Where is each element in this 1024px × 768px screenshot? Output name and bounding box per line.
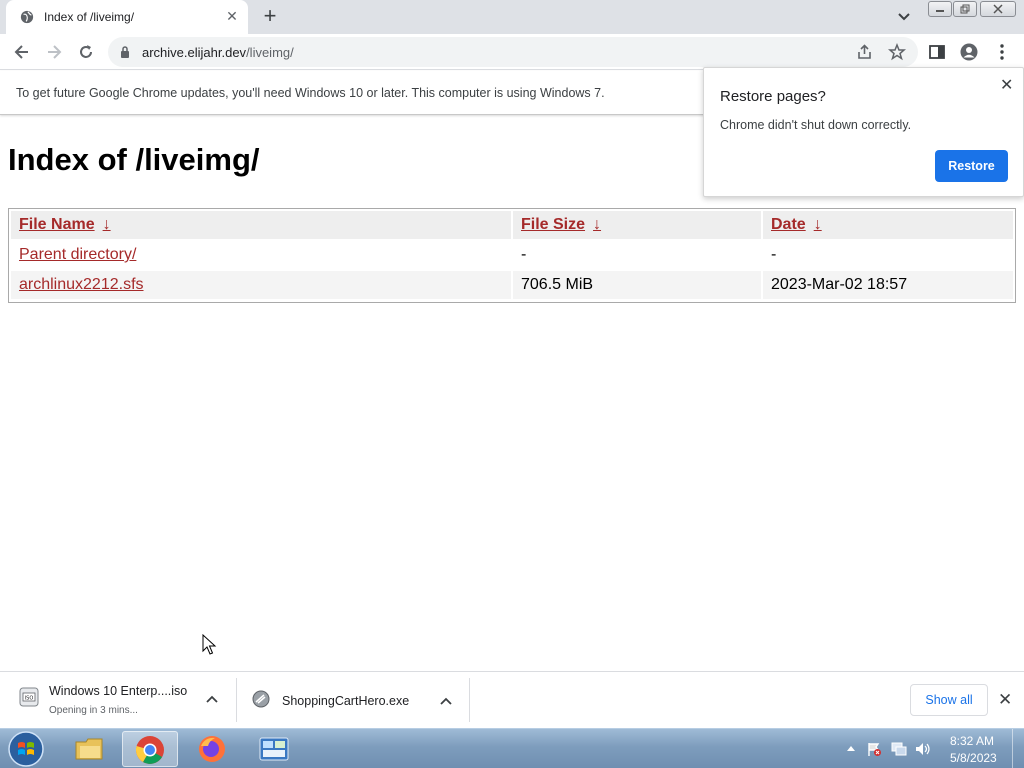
download-item[interactable]: ShoppingCartHero.exe xyxy=(244,676,466,724)
table-header-row: File Name ↓ File Size ↓ Date ↓ xyxy=(11,211,1013,239)
download-separator xyxy=(469,678,470,722)
taskbar-chrome[interactable] xyxy=(122,731,178,767)
tab-strip: Index of /liveimg/ ✕ + xyxy=(0,0,1024,34)
close-shelf-icon[interactable]: ✕ xyxy=(998,690,1012,710)
page-title: Index of /liveimg/ xyxy=(8,142,260,177)
close-icon[interactable]: ✕ xyxy=(1000,75,1013,95)
column-header-size[interactable]: File Size ↓ xyxy=(513,211,761,239)
url-path: /liveimg/ xyxy=(246,45,294,60)
exe-file-icon xyxy=(252,690,270,708)
iso-file-icon: ISO xyxy=(19,687,39,707)
taskbar-control-panel[interactable] xyxy=(246,731,302,767)
download-separator xyxy=(236,678,237,722)
sort-arrow-icon: ↓ xyxy=(813,216,822,233)
restore-pages-popup: Restore pages? Chrome didn't shut down c… xyxy=(703,67,1024,197)
restore-popup-message: Chrome didn't shut down correctly. xyxy=(720,118,912,132)
download-shelf: ISO Windows 10 Enterp....iso Opening in … xyxy=(0,671,1024,728)
clock-time[interactable]: 8:32 AM xyxy=(950,734,994,748)
chevron-up-icon[interactable] xyxy=(440,696,452,706)
start-orb-icon[interactable] xyxy=(6,730,46,768)
restore-button[interactable]: Restore xyxy=(935,150,1008,182)
toolbar: archive.elijahr.dev/liveimg/ xyxy=(0,34,1024,70)
bookmark-star-icon[interactable] xyxy=(888,43,906,61)
menu-kebab-icon[interactable] xyxy=(993,43,1011,61)
windows-taskbar: 8:32 AM 5/8/2023 xyxy=(0,728,1024,768)
download-status: Opening in 3 mins... xyxy=(49,705,138,716)
action-center-flag-icon[interactable] xyxy=(866,741,882,757)
share-icon[interactable] xyxy=(856,43,874,61)
file-link[interactable]: archlinux2212.sfs xyxy=(19,276,144,293)
clock-date[interactable]: 5/8/2023 xyxy=(950,751,997,765)
volume-icon[interactable] xyxy=(914,741,932,757)
restore-window-button[interactable] xyxy=(953,1,977,17)
show-desktop-button[interactable] xyxy=(1012,729,1024,768)
url-text: archive.elijahr.dev/liveimg/ xyxy=(142,45,294,60)
mouse-cursor-icon xyxy=(202,634,217,655)
download-filename: ShoppingCartHero.exe xyxy=(282,694,410,708)
firefox-icon xyxy=(199,736,225,762)
profile-icon[interactable] xyxy=(960,43,978,61)
sort-arrow-icon: ↓ xyxy=(593,216,602,233)
screen: Index of /liveimg/ ✕ + archive.elijahr.d… xyxy=(0,0,1024,768)
forward-icon[interactable] xyxy=(44,42,64,62)
column-header-date[interactable]: Date ↓ xyxy=(763,211,1013,239)
tab-close-icon[interactable]: ✕ xyxy=(224,8,240,24)
taskbar-firefox[interactable] xyxy=(184,731,240,767)
new-tab-icon[interactable]: + xyxy=(260,5,280,27)
download-filename: Windows 10 Enterp....iso xyxy=(49,684,188,698)
folder-icon xyxy=(75,738,103,760)
lock-icon[interactable] xyxy=(120,46,130,58)
sort-by-name-link[interactable]: File Name ↓ xyxy=(19,216,111,233)
file-date-cell: - xyxy=(771,246,777,263)
file-listing-table: File Name ↓ File Size ↓ Date ↓ Parent direc… xyxy=(8,208,1016,303)
sort-by-date-link[interactable]: Date ↓ xyxy=(771,216,822,233)
sort-arrow-icon: ↓ xyxy=(102,216,111,233)
network-icon[interactable] xyxy=(890,741,908,757)
show-hidden-icons-icon[interactable] xyxy=(846,744,856,752)
globe-icon xyxy=(20,10,34,24)
reload-icon[interactable] xyxy=(76,42,96,62)
download-item[interactable]: ISO Windows 10 Enterp....iso Opening in … xyxy=(10,676,232,724)
file-size-cell: 706.5 MiB xyxy=(513,271,761,299)
infobar-message: To get future Google Chrome updates, you… xyxy=(16,86,605,100)
file-date-cell: 2023-Mar-02 18:57 xyxy=(763,271,1013,299)
side-panel-icon[interactable] xyxy=(928,43,946,61)
control-panel-icon xyxy=(259,737,289,761)
back-icon[interactable] xyxy=(12,42,32,62)
svg-text:ISO: ISO xyxy=(25,696,34,702)
parent-directory-link[interactable]: Parent directory/ xyxy=(19,246,136,263)
show-all-button[interactable]: Show all xyxy=(910,684,988,716)
table-row: archlinux2212.sfs 706.5 MiB 2023-Mar-02 … xyxy=(11,271,1013,299)
tab-title: Index of /liveimg/ xyxy=(44,10,135,24)
restore-popup-title: Restore pages? xyxy=(720,88,826,105)
taskbar-explorer[interactable] xyxy=(62,731,118,767)
tab-active[interactable]: Index of /liveimg/ ✕ xyxy=(6,0,248,34)
chrome-icon xyxy=(135,736,164,764)
column-header-name[interactable]: File Name ↓ xyxy=(11,211,511,239)
tab-search-icon[interactable] xyxy=(896,10,912,24)
url-host: archive.elijahr.dev xyxy=(142,45,247,60)
close-window-button[interactable] xyxy=(980,1,1016,17)
chevron-up-icon[interactable] xyxy=(206,694,218,704)
sort-by-size-link[interactable]: File Size ↓ xyxy=(521,216,601,233)
minimize-button[interactable] xyxy=(928,1,952,17)
file-size-cell: - xyxy=(521,246,527,263)
table-row: Parent directory/ - - xyxy=(11,241,1013,269)
address-bar[interactable]: archive.elijahr.dev/liveimg/ xyxy=(108,37,918,67)
